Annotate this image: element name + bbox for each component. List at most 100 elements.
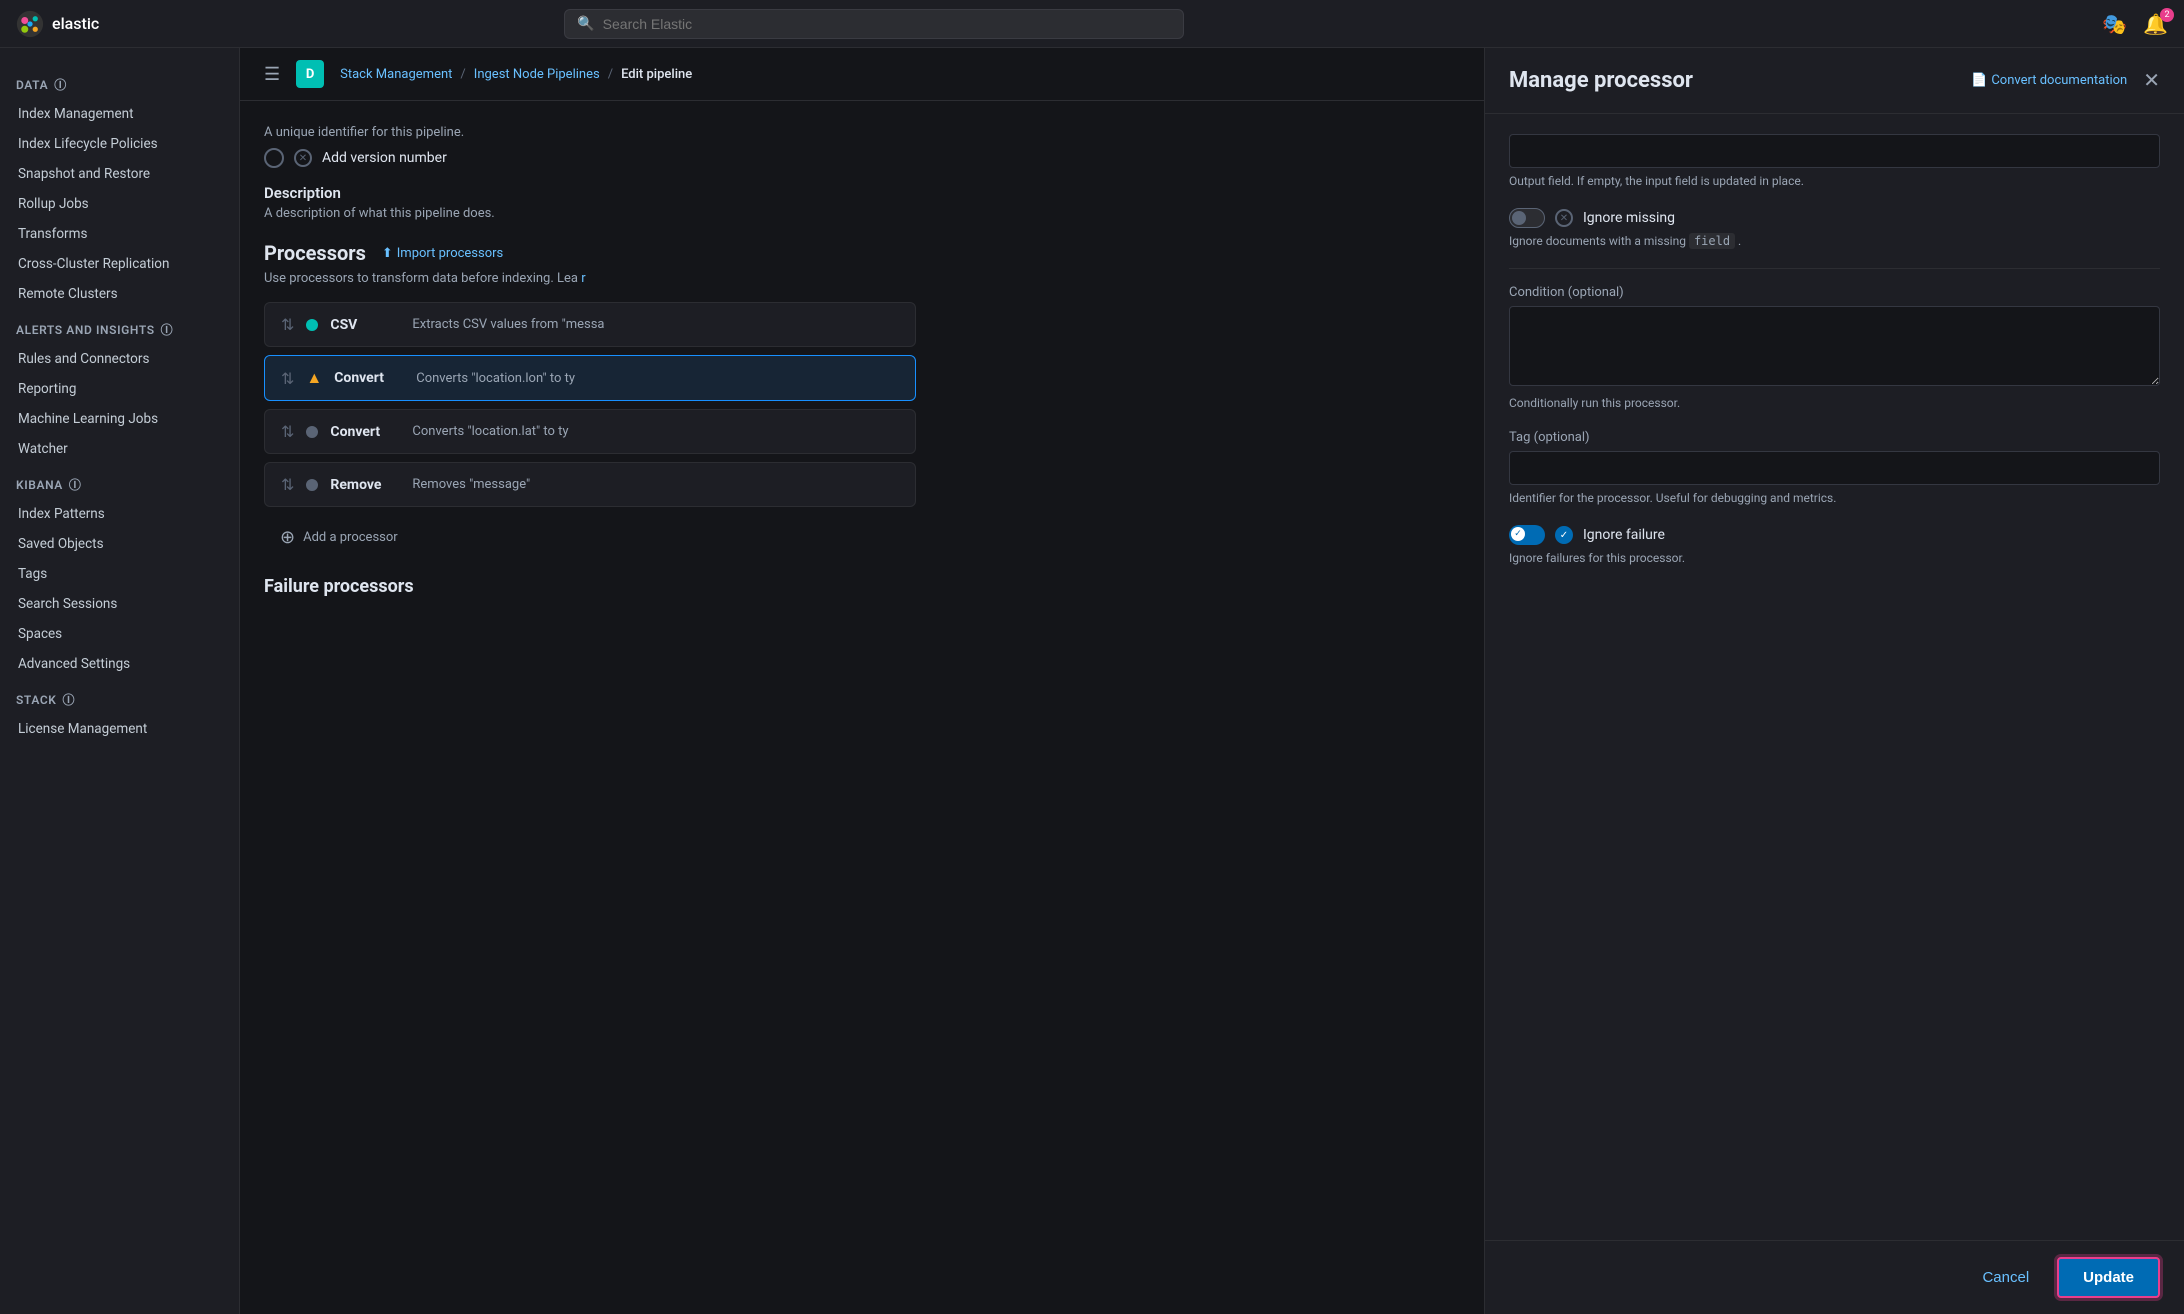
search-icon: 🔍 [577, 16, 594, 32]
ignore-missing-toggle[interactable] [1509, 208, 1545, 228]
output-field-group: Output field. If empty, the input field … [1509, 134, 2160, 188]
processor-row-remove[interactable]: ⇅ Remove Removes "message" [264, 462, 916, 507]
sidebar-item-reporting[interactable]: Reporting [0, 374, 239, 404]
ignore-missing-toggle-row: ✕ Ignore missing [1509, 208, 2160, 228]
alerts-help-icon[interactable]: ⓘ [161, 321, 174, 338]
proc-desc-convert1: Converts "location.lon" to ty [416, 371, 575, 386]
output-field-input[interactable] [1509, 134, 2160, 168]
processor-row-csv[interactable]: ⇅ CSV Extracts CSV values from "messa [264, 302, 916, 347]
description-text: A description of what this pipeline does… [264, 206, 916, 221]
breadcrumb-stack-management[interactable]: Stack Management [340, 67, 452, 82]
app-name: elastic [52, 14, 99, 33]
sidebar-section-data: Data ⓘ [0, 64, 239, 99]
notification-badge: 2 [2160, 8, 2174, 22]
sidebar-item-ml-jobs[interactable]: Machine Learning Jobs [0, 404, 239, 434]
manage-panel-footer: Cancel Update [1485, 1240, 2184, 1314]
ignore-failure-toggle-row: ✓ Ignore failure [1509, 525, 2160, 545]
processor-row-convert1[interactable]: ⇅ ▲ Convert Converts "location.lon" to t… [264, 355, 916, 401]
search-bar[interactable]: 🔍 [564, 9, 1184, 39]
sidebar-item-rules[interactable]: Rules and Connectors [0, 344, 239, 374]
condition-hint: Conditionally run this processor. [1509, 396, 2160, 410]
sidebar-item-advanced-settings[interactable]: Advanced Settings [0, 649, 239, 679]
breadcrumb-ingest-pipelines[interactable]: Ingest Node Pipelines [474, 67, 600, 82]
sidebar-item-license[interactable]: License Management [0, 714, 239, 744]
sidebar-section-alerts: Alerts and Insights ⓘ [0, 309, 239, 344]
ignore-missing-group: ✕ Ignore missing Ignore documents with a… [1509, 208, 2160, 248]
import-link[interactable]: ⬆ Import processors [382, 246, 503, 261]
help-icon[interactable]: 🎭 [2102, 12, 2127, 36]
ignore-failure-check-icon[interactable]: ✓ [1555, 526, 1573, 544]
ignore-failure-label: Ignore failure [1583, 527, 1665, 543]
warning-icon-convert1: ▲ [306, 368, 322, 388]
drag-icon-convert2: ⇅ [281, 422, 294, 441]
manage-header-right: 📄 Convert documentation ✕ [1971, 71, 2160, 91]
elastic-logo: elastic [16, 10, 99, 38]
ignore-missing-label: Ignore missing [1583, 210, 1675, 226]
cancel-button[interactable]: Cancel [1966, 1261, 2045, 1294]
sidebar-item-index-patterns[interactable]: Index Patterns [0, 499, 239, 529]
processors-header: Processors ⬆ Import processors [264, 241, 916, 265]
tag-input[interactable] [1509, 451, 2160, 485]
breadcrumb-sep-1: / [460, 67, 465, 82]
status-dot-remove [306, 479, 318, 491]
sidebar-item-snapshot[interactable]: Snapshot and Restore [0, 159, 239, 189]
sidebar-section-kibana-label: Kibana [16, 478, 63, 492]
stack-help-icon[interactable]: ⓘ [62, 691, 75, 708]
pipeline-panel: A unique identifier for this pipeline. ✕… [240, 101, 940, 621]
sidebar-item-transforms[interactable]: Transforms [0, 219, 239, 249]
update-button[interactable]: Update [2057, 1257, 2160, 1298]
sidebar-section-data-label: Data [16, 78, 48, 92]
notification-icon[interactable]: 🔔 2 [2143, 12, 2168, 36]
divider-1 [1509, 268, 2160, 269]
condition-input[interactable] [1509, 306, 2160, 386]
sidebar-item-search-sessions[interactable]: Search Sessions [0, 589, 239, 619]
learn-more-link[interactable]: r [581, 271, 585, 286]
proc-desc-csv: Extracts CSV values from "messa [412, 317, 604, 332]
user-avatar: D [296, 60, 324, 88]
proc-name-convert2: Convert [330, 424, 400, 440]
sidebar-item-index-lifecycle[interactable]: Index Lifecycle Policies [0, 129, 239, 159]
status-dot-csv [306, 319, 318, 331]
ignore-missing-hint: Ignore documents with a missing field . [1509, 234, 2160, 248]
sidebar-item-saved-objects[interactable]: Saved Objects [0, 529, 239, 559]
elastic-logo-icon [16, 10, 44, 38]
version-toggle-x[interactable]: ✕ [294, 149, 312, 167]
kibana-help-icon[interactable]: ⓘ [69, 476, 82, 493]
processor-row-convert2[interactable]: ⇅ Convert Converts "location.lat" to ty [264, 409, 916, 454]
convert-doc-link[interactable]: 📄 Convert documentation [1971, 73, 2127, 88]
failure-title: Failure processors [264, 576, 916, 597]
output-field-hint: Output field. If empty, the input field … [1509, 174, 2160, 188]
tag-group: Tag (optional) Identifier for the proces… [1509, 430, 2160, 505]
add-processor-btn[interactable]: ⊕ Add a processor [264, 515, 916, 560]
processors-desc: Use processors to transform data before … [264, 271, 916, 286]
import-icon: ⬆ [382, 246, 393, 261]
drag-icon-csv: ⇅ [281, 315, 294, 334]
ignore-failure-toggle[interactable] [1509, 525, 1545, 545]
sidebar-item-index-management[interactable]: Index Management [0, 99, 239, 129]
sidebar-item-spaces[interactable]: Spaces [0, 619, 239, 649]
sidebar-section-kibana: Kibana ⓘ [0, 464, 239, 499]
sidebar-item-remote-clusters[interactable]: Remote Clusters [0, 279, 239, 309]
search-input[interactable] [603, 16, 1172, 32]
proc-desc-convert2: Converts "location.lat" to ty [412, 424, 568, 439]
manage-panel-header: Manage processor 📄 Convert documentation… [1485, 48, 2184, 114]
ignore-missing-x-icon[interactable]: ✕ [1555, 209, 1573, 227]
version-toggle-circle[interactable] [264, 148, 284, 168]
proc-desc-remove: Removes "message" [412, 477, 530, 492]
menu-button[interactable]: ☰ [264, 64, 280, 85]
manage-panel-body: Output field. If empty, the input field … [1485, 114, 2184, 1240]
close-panel-button[interactable]: ✕ [2143, 71, 2160, 91]
breadcrumb-sep-2: / [608, 67, 613, 82]
sidebar-item-cross-cluster[interactable]: Cross-Cluster Replication [0, 249, 239, 279]
description-title: Description [264, 184, 916, 202]
sidebar-item-tags[interactable]: Tags [0, 559, 239, 589]
doc-icon: 📄 [1971, 73, 1987, 88]
sidebar-item-rollup[interactable]: Rollup Jobs [0, 189, 239, 219]
manage-processor-panel: Manage processor 📄 Convert documentation… [1484, 48, 2184, 1314]
sidebar-item-watcher[interactable]: Watcher [0, 434, 239, 464]
version-toggle-row: ✕ Add version number [264, 148, 916, 168]
data-help-icon[interactable]: ⓘ [54, 76, 67, 93]
proc-name-remove: Remove [330, 477, 400, 493]
sidebar: Data ⓘ Index Management Index Lifecycle … [0, 48, 240, 1314]
breadcrumb-current: Edit pipeline [621, 67, 692, 82]
